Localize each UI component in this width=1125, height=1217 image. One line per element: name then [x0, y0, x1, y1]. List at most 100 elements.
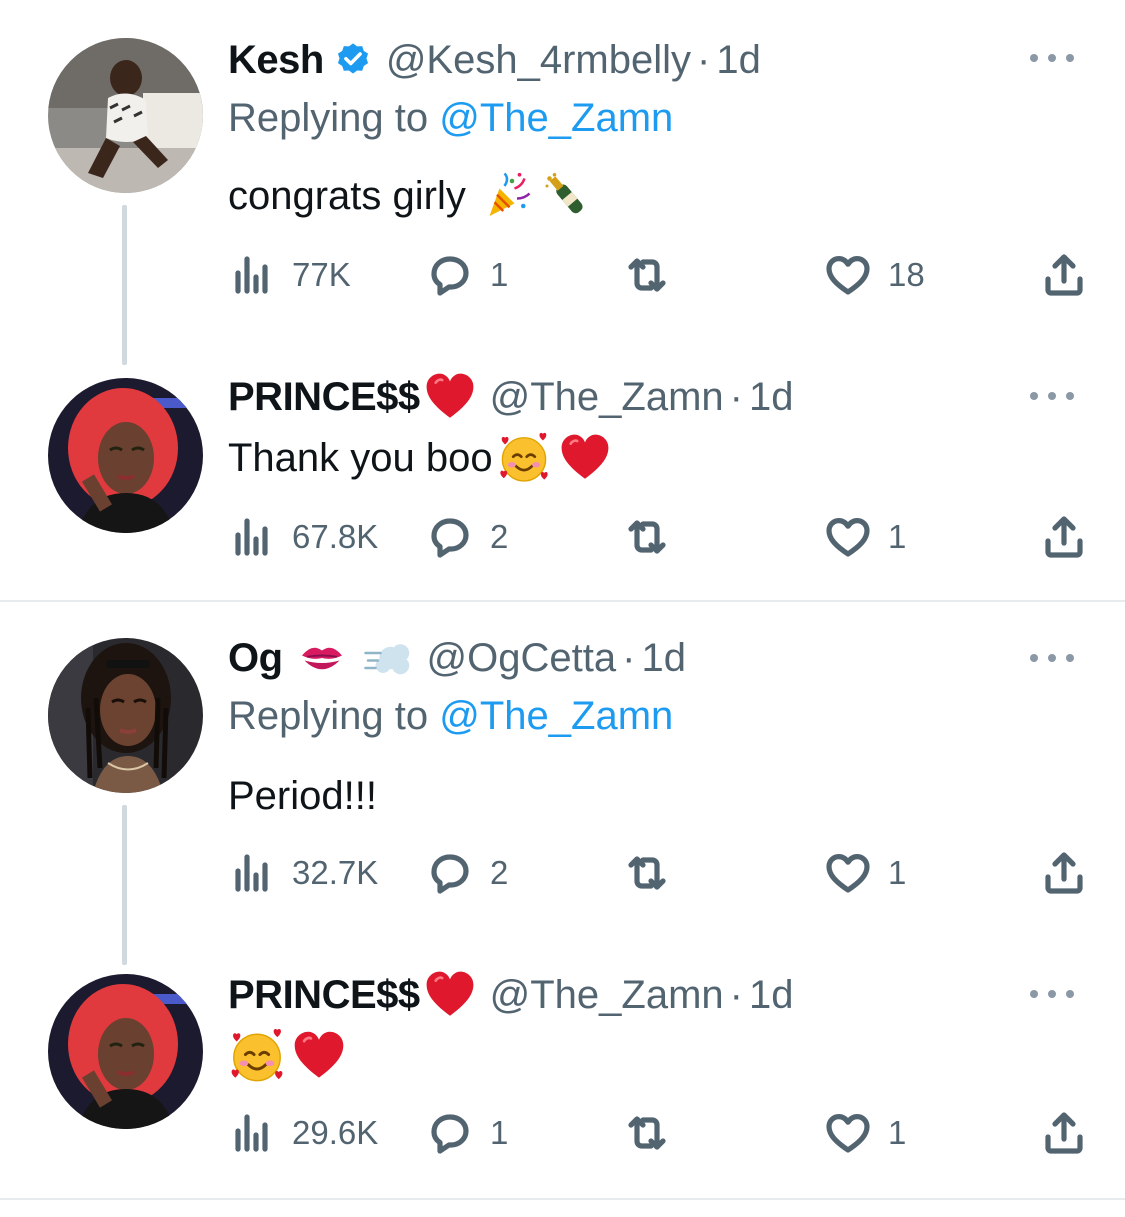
- thread-line: [122, 205, 127, 365]
- timestamp[interactable]: 1d: [749, 375, 794, 420]
- share-button[interactable]: [1040, 250, 1088, 300]
- mention-link[interactable]: @The_Zamn: [439, 96, 673, 140]
- retweet-button[interactable]: [623, 250, 687, 300]
- separator-dot: ·: [622, 635, 636, 680]
- user-handle[interactable]: @Kesh_4rmbelly: [386, 38, 691, 83]
- share-icon: [1045, 1112, 1083, 1154]
- retweet-button[interactable]: [623, 512, 687, 562]
- more-options-icon[interactable]: [1030, 648, 1074, 668]
- replying-prefix: Replying to: [228, 694, 440, 738]
- verified-badge-icon: [334, 41, 372, 79]
- heart-outline-icon: [826, 256, 870, 295]
- reply-icon: [431, 1114, 469, 1154]
- red-heart-icon: [424, 969, 476, 1021]
- action-bar: 32.7K 2 1: [228, 848, 1088, 898]
- red-heart-icon: [292, 1029, 346, 1083]
- views-icon: [235, 1114, 268, 1152]
- more-options-icon[interactable]: [1030, 984, 1074, 1004]
- display-name[interactable]: PRINCE$$: [228, 973, 420, 1018]
- tweet-text: congrats girly: [228, 168, 592, 224]
- views-button[interactable]: 77K: [228, 250, 351, 300]
- action-bar: 29.6K 1 1: [228, 1108, 1088, 1158]
- retweet-button[interactable]: [623, 848, 687, 898]
- user-handle[interactable]: @The_Zamn: [490, 375, 724, 420]
- reply-button[interactable]: 2: [426, 512, 508, 562]
- share-icon: [1045, 516, 1083, 558]
- user-handle[interactable]: @OgCetta: [427, 636, 617, 681]
- timestamp[interactable]: 1d: [641, 636, 686, 681]
- share-icon: [1045, 852, 1083, 894]
- timestamp[interactable]: 1d: [749, 973, 794, 1018]
- views-button[interactable]: 29.6K: [228, 1108, 378, 1158]
- champagne-bottle-icon: [542, 171, 592, 221]
- share-button[interactable]: [1040, 1108, 1088, 1158]
- like-button[interactable]: 18: [824, 250, 925, 300]
- views-icon: [235, 518, 268, 556]
- views-button[interactable]: 67.8K: [228, 512, 378, 562]
- tweet-text: [228, 1026, 346, 1086]
- views-icon: [235, 256, 268, 294]
- mention-link[interactable]: @The_Zamn: [439, 694, 673, 738]
- party-popper-icon: [482, 171, 532, 221]
- views-button[interactable]: 32.7K: [228, 848, 378, 898]
- red-heart-icon: [424, 371, 476, 423]
- red-heart-icon: [559, 432, 611, 484]
- smiling-face-with-hearts-icon: [497, 431, 551, 485]
- like-count: 18: [888, 256, 925, 293]
- tweet-prince-2[interactable]: PRINCE$$ @The_Zamn · 1d 29.6K 1 1: [0, 970, 1125, 1198]
- tweet-text-content: Thank you boo: [228, 435, 493, 480]
- tweet-kesh[interactable]: Kesh @Kesh_4rmbelly · 1d Replying to @Th…: [0, 0, 1125, 370]
- reply-button[interactable]: 1: [426, 250, 508, 300]
- reply-icon: [431, 256, 469, 296]
- separator-dot: ·: [697, 37, 711, 82]
- reply-count: 2: [490, 854, 509, 891]
- views-count: 77K: [292, 256, 351, 293]
- action-bar: 67.8K 2 1: [228, 512, 1088, 562]
- action-bar: 77K 1 18: [228, 250, 1088, 300]
- tweet-header: Kesh @Kesh_4rmbelly · 1d: [228, 35, 761, 85]
- heart-outline-icon: [826, 518, 870, 557]
- views-icon: [235, 854, 268, 892]
- like-button[interactable]: 1: [824, 1108, 906, 1158]
- tweet-text-content: Period!!!: [228, 773, 377, 818]
- more-options-icon[interactable]: [1030, 386, 1074, 406]
- display-name[interactable]: Kesh: [228, 38, 324, 83]
- more-options-icon[interactable]: [1030, 48, 1074, 68]
- views-count: 67.8K: [292, 518, 379, 555]
- tweet-og[interactable]: Og @OgCetta · 1d Replying to @The_Zamn P…: [0, 602, 1125, 970]
- reply-button[interactable]: 1: [426, 1108, 508, 1158]
- views-count: 32.7K: [292, 854, 379, 891]
- avatar[interactable]: [48, 638, 203, 793]
- user-handle[interactable]: @The_Zamn: [490, 973, 724, 1018]
- like-button[interactable]: 1: [824, 512, 906, 562]
- like-count: 1: [888, 518, 907, 555]
- share-button[interactable]: [1040, 848, 1088, 898]
- avatar[interactable]: [48, 378, 203, 533]
- replying-prefix: Replying to: [228, 96, 440, 140]
- like-button[interactable]: 1: [824, 848, 906, 898]
- retweet-icon: [628, 520, 666, 554]
- reply-count: 1: [490, 1114, 509, 1151]
- display-name[interactable]: PRINCE$$: [228, 375, 420, 420]
- separator-dot: ·: [729, 972, 743, 1017]
- heart-outline-icon: [826, 854, 870, 893]
- replying-to: Replying to @The_Zamn: [228, 694, 673, 739]
- tweet-header: Og @OgCetta · 1d: [228, 633, 686, 683]
- retweet-icon: [628, 1116, 666, 1150]
- retweet-button[interactable]: [623, 1108, 687, 1158]
- heart-outline-icon: [826, 1114, 870, 1153]
- avatar[interactable]: [48, 974, 203, 1129]
- reply-icon: [431, 854, 469, 894]
- timestamp[interactable]: 1d: [716, 38, 761, 83]
- share-button[interactable]: [1040, 512, 1088, 562]
- tweet-text-content: congrats girly: [228, 173, 466, 218]
- dashing-away-icon: [363, 633, 413, 683]
- reply-button[interactable]: 2: [426, 848, 508, 898]
- display-name[interactable]: Og: [228, 636, 283, 681]
- views-count: 29.6K: [292, 1114, 379, 1151]
- tweet-header: PRINCE$$ @The_Zamn · 1d: [228, 970, 793, 1020]
- separator-dot: ·: [729, 374, 743, 419]
- tweet-prince-1[interactable]: PRINCE$$ @The_Zamn · 1d Thank you boo 67…: [0, 370, 1125, 600]
- avatar[interactable]: [48, 38, 203, 193]
- reply-icon: [431, 518, 469, 558]
